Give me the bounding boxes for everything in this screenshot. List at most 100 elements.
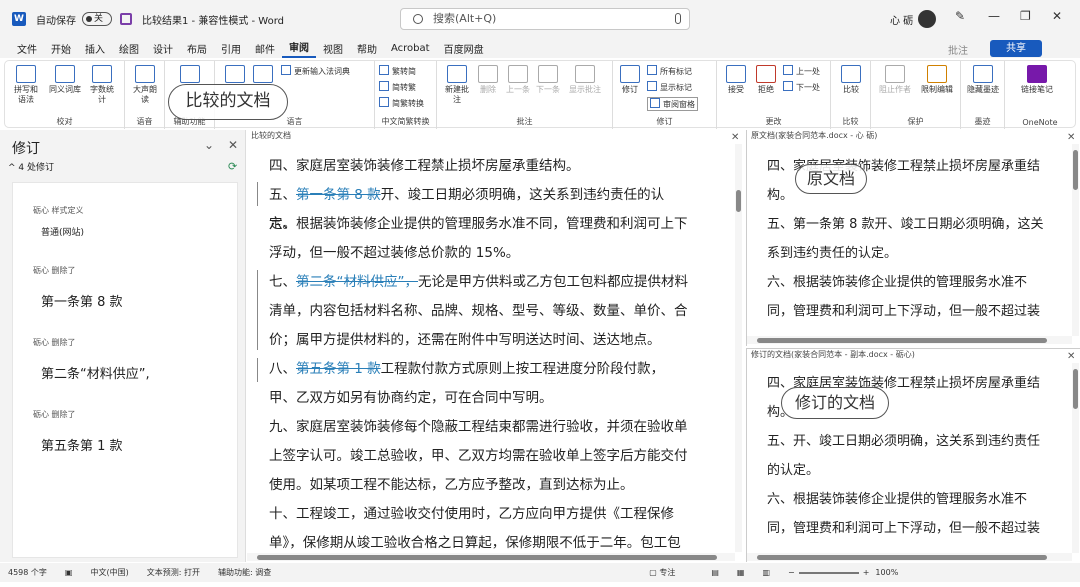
callout-original-document: 原文档 (795, 164, 867, 194)
search-icon (413, 14, 423, 24)
text-prediction-status[interactable]: 文本预测: 打开 (147, 567, 200, 578)
word-count[interactable]: 4598 个字 (8, 567, 47, 578)
restore-icon[interactable]: ❐ (1020, 9, 1031, 23)
group-label: 批注 (516, 117, 533, 126)
proofing-icon[interactable]: ▣ (65, 568, 73, 577)
close-pane-icon[interactable]: ✕ (1067, 132, 1075, 143)
list-item[interactable]: 砺心 样式定义 (33, 205, 84, 216)
simp-to-trad-button[interactable]: 简转繁 (379, 81, 416, 93)
group-compare: 比较 比较 (831, 61, 871, 129)
close-icon[interactable]: ✕ (1052, 9, 1062, 23)
focus-button[interactable]: ▢ 专注 (649, 567, 693, 578)
new-comment-button[interactable]: 新建批注 (443, 65, 471, 105)
reject-button[interactable]: 拒绝 (753, 65, 779, 95)
language-status[interactable]: 中文(中国) (90, 567, 128, 578)
close-pane-icon[interactable]: ✕ (731, 132, 739, 143)
original-document[interactable]: 原文档(家装合同范本.docx - 心 砺) ✕ 四、家庭居室装饰装修工程禁止损… (746, 130, 1080, 346)
reject-icon (756, 65, 776, 83)
refresh-icon[interactable]: ⟳ (228, 160, 237, 173)
tab-mailings[interactable]: 邮件 (248, 41, 282, 56)
tab-baidu[interactable]: 百度网盘 (437, 41, 491, 56)
spelling-icon (16, 65, 36, 83)
accessibility-status[interactable]: 辅助功能: 调查 (218, 567, 271, 578)
tab-references[interactable]: 引用 (214, 41, 248, 56)
review-pane-button[interactable]: 审阅窗格 (647, 97, 698, 111)
close-pane-icon[interactable]: ✕ (1067, 351, 1075, 362)
microphone-icon[interactable] (675, 13, 681, 24)
compare-icon (841, 65, 861, 83)
pen-icon[interactable]: ✎ (955, 9, 965, 23)
zoom-slider[interactable] (798, 571, 859, 574)
close-pane-icon[interactable]: ✕ (228, 138, 238, 152)
trad-to-simp-button[interactable]: 繁转简 (379, 65, 416, 77)
next-change-button[interactable]: 下一处 (783, 81, 820, 93)
zoom-in-icon[interactable]: + (863, 568, 870, 577)
tab-help[interactable]: 帮助 (350, 41, 384, 56)
language-button[interactable] (251, 65, 275, 85)
change-bar (257, 270, 258, 350)
show-comments-button[interactable]: 显示批注 (567, 65, 603, 95)
update-ime-button[interactable]: 更新输入法词典 (281, 65, 350, 77)
minimize-icon[interactable]: — (988, 9, 1000, 23)
list-item[interactable]: 砺心 删除了 (33, 265, 76, 276)
save-icon[interactable] (120, 13, 132, 25)
user-name[interactable]: 心 砺 (890, 12, 913, 27)
tab-design[interactable]: 设计 (146, 41, 180, 56)
tab-layout[interactable]: 布局 (180, 41, 214, 56)
vertical-scrollbar[interactable] (1072, 363, 1079, 553)
compare-button[interactable]: 比较 (837, 65, 865, 95)
tab-acrobat[interactable]: Acrobat (384, 43, 437, 54)
tab-review[interactable]: 审阅 (282, 39, 316, 58)
horizontal-scrollbar[interactable] (747, 553, 1072, 561)
search-box[interactable]: 搜索(Alt+Q) (400, 8, 690, 30)
zoom-out-icon[interactable]: − (788, 568, 795, 577)
print-layout-icon[interactable]: ▦ (737, 568, 745, 577)
share-button[interactable]: 共享 (990, 40, 1042, 57)
all-markup-select[interactable]: 所有标记 (647, 65, 692, 77)
spelling-button[interactable]: 拼写和语法 (11, 65, 41, 105)
hide-ink-button[interactable]: 隐藏墨迹 (965, 65, 1001, 95)
track-changes-button[interactable]: 修订 (617, 65, 643, 95)
prev-change-button[interactable]: 上一处 (783, 65, 820, 77)
paragraph: 八、第五条第 1 款工程款付款方式原则上按工程进度分阶段付款，甲、乙双方如另有协… (269, 361, 665, 406)
restrict-editing-button[interactable]: 限制编辑 (917, 65, 957, 95)
linked-notes-button[interactable]: 链接笔记 (1019, 65, 1055, 95)
list-item[interactable]: 砺心 删除了 (33, 409, 76, 420)
prev-comment-button[interactable]: 上一条 (505, 65, 531, 95)
block-authors-button[interactable]: 阻止作者 (877, 65, 913, 95)
group-label: OneNote (1022, 118, 1058, 127)
chevron-down-icon[interactable]: ⌄ (204, 138, 214, 152)
revised-document[interactable]: 修订的文档(家装合同范本 - 副本.docx - 砺心) ✕ 四、家庭居室装饰装… (746, 348, 1080, 562)
read-mode-icon[interactable]: ▤ (711, 568, 719, 577)
comments-button[interactable]: 批注 (948, 42, 968, 57)
avatar[interactable] (918, 10, 936, 28)
vertical-scrollbar[interactable] (735, 144, 742, 552)
next-comment-button[interactable]: 下一条 (535, 65, 561, 95)
delete-comment-button[interactable]: 删除 (475, 65, 501, 95)
compared-document[interactable]: 比较的文档 四、家庭居室装饰装修工程禁止损坏房屋承重结构。 五、第一条第 8 款… (247, 130, 744, 580)
wordcount-button[interactable]: 字数统计 (87, 65, 117, 105)
thesaurus-button[interactable]: 同义词库 (47, 65, 83, 95)
delete-comment-icon (478, 65, 498, 83)
vertical-scrollbar[interactable] (1072, 144, 1079, 336)
tab-file[interactable]: 文件 (10, 41, 44, 56)
read-aloud-button[interactable]: 大声朗读 (131, 65, 159, 105)
list-item[interactable]: 砺心 删除了 (33, 337, 76, 348)
zoom-level[interactable]: 100% (875, 568, 898, 577)
show-markup-button[interactable]: 显示标记 (647, 81, 692, 93)
accessibility-button[interactable] (177, 65, 203, 85)
tab-insert[interactable]: 插入 (78, 41, 112, 56)
horizontal-scrollbar[interactable] (247, 553, 735, 561)
group-label: 修订 (656, 117, 673, 126)
tab-view[interactable]: 视图 (316, 41, 350, 56)
accept-button[interactable]: 接受 (723, 65, 749, 95)
tab-draw[interactable]: 绘图 (112, 41, 146, 56)
tab-home[interactable]: 开始 (44, 41, 78, 56)
group-comments: 新建批注 删除 上一条 下一条 显示批注 批注 (437, 61, 613, 129)
convert-button[interactable]: 简繁转换 (379, 97, 424, 109)
autosave-toggle[interactable]: 关 (82, 12, 112, 26)
group-label: 更改 (765, 117, 782, 126)
horizontal-scrollbar[interactable] (747, 336, 1072, 344)
translate-button[interactable] (223, 65, 247, 85)
web-layout-icon[interactable]: ▥ (762, 568, 770, 577)
